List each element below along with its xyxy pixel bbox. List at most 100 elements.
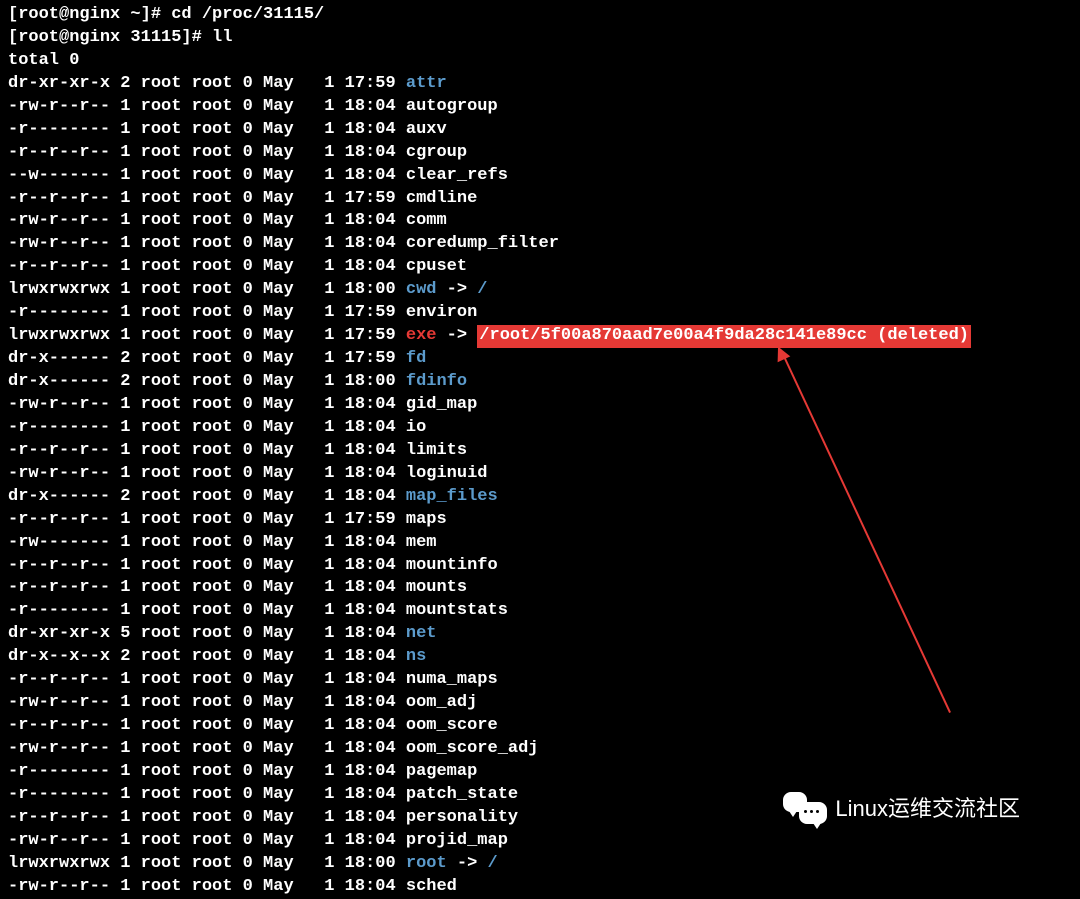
prompt-line-1: [root@nginx ~]# cd /proc/31115/ [8,4,1072,27]
file-entry: -rw-r--r-- 1 root root 0 May 1 18:04 oom… [8,692,1072,715]
file-entry: -r--r--r-- 1 root root 0 May 1 18:04 num… [8,669,1072,692]
file-entry: -rw-r--r-- 1 root root 0 May 1 18:04 cor… [8,233,1072,256]
file-name: mem [406,532,437,555]
file-meta: -rw-r--r-- 1 root root 0 May 1 18:04 [8,738,406,761]
file-meta: -rw------- 1 root root 0 May 1 18:04 [8,532,406,555]
file-entry: -r--r--r-- 1 root root 0 May 1 18:04 mou… [8,555,1072,578]
file-entry: -rw-r--r-- 1 root root 0 May 1 18:04 gid… [8,394,1072,417]
file-name: map_files [406,486,498,509]
file-name: oom_score [406,715,498,738]
file-name: cgroup [406,142,467,165]
file-name: environ [406,302,477,325]
file-name: mountstats [406,600,508,623]
file-name: fdinfo [406,371,467,394]
file-entry: -r--r--r-- 1 root root 0 May 1 17:59 map… [8,509,1072,532]
file-name: exe [406,325,437,348]
file-entry: -r-------- 1 root root 0 May 1 18:04 aux… [8,119,1072,142]
file-entry: dr-x------ 2 root root 0 May 1 17:59 fd [8,348,1072,371]
file-meta: -r--r--r-- 1 root root 0 May 1 18:04 [8,577,406,600]
file-meta: lrwxrwxrwx 1 root root 0 May 1 17:59 [8,325,406,348]
file-meta: dr-x------ 2 root root 0 May 1 18:00 [8,371,406,394]
file-entry: -rw-r--r-- 1 root root 0 May 1 18:04 oom… [8,738,1072,761]
prompt-line-2: [root@nginx 31115]# ll [8,27,1072,50]
file-listing: dr-xr-xr-x 2 root root 0 May 1 17:59 att… [8,73,1072,899]
file-meta: -r--r--r-- 1 root root 0 May 1 17:59 [8,188,406,211]
file-name: io [406,417,426,440]
file-entry: --w------- 1 root root 0 May 1 18:04 cle… [8,165,1072,188]
file-name: limits [406,440,467,463]
file-meta: dr-x------ 2 root root 0 May 1 17:59 [8,348,406,371]
file-entry: -r--r--r-- 1 root root 0 May 1 17:59 cmd… [8,188,1072,211]
symlink-target: / [477,279,487,302]
file-name: loginuid [406,463,488,486]
file-meta: -rw-r--r-- 1 root root 0 May 1 18:04 [8,876,406,899]
file-meta: -rw-r--r-- 1 root root 0 May 1 18:04 [8,210,406,233]
file-name: comm [406,210,447,233]
terminal-output[interactable]: [root@nginx ~]# cd /proc/31115/ [root@ng… [8,4,1072,899]
file-name: ns [406,646,426,669]
file-entry: dr-x--x--x 2 root root 0 May 1 18:04 ns [8,646,1072,669]
file-meta: -r-------- 1 root root 0 May 1 18:04 [8,784,406,807]
file-name: maps [406,509,447,532]
file-meta: -r--r--r-- 1 root root 0 May 1 18:04 [8,807,406,830]
file-name: gid_map [406,394,477,417]
file-name: cpuset [406,256,467,279]
file-name: oom_adj [406,692,477,715]
file-meta: dr-xr-xr-x 2 root root 0 May 1 17:59 [8,73,406,96]
file-entry: -r-------- 1 root root 0 May 1 17:59 env… [8,302,1072,325]
symlink-target: / [488,853,498,876]
symlink-arrow: -> [436,325,477,348]
file-entry: -rw-r--r-- 1 root root 0 May 1 18:04 sch… [8,876,1072,899]
file-entry: -rw-r--r-- 1 root root 0 May 1 18:04 aut… [8,96,1072,119]
file-entry: lrwxrwxrwx 1 root root 0 May 1 17:59 exe… [8,325,1072,348]
file-meta: -r-------- 1 root root 0 May 1 18:04 [8,119,406,142]
file-name: fd [406,348,426,371]
file-name: attr [406,73,447,96]
watermark: Linux运维交流社区 [783,792,1020,826]
file-name: projid_map [406,830,508,853]
file-meta: -rw-r--r-- 1 root root 0 May 1 18:04 [8,233,406,256]
file-entry: -r-------- 1 root root 0 May 1 18:04 io [8,417,1072,440]
file-name: sched [406,876,457,899]
file-entry: dr-x------ 2 root root 0 May 1 18:04 map… [8,486,1072,509]
file-meta: -r--r--r-- 1 root root 0 May 1 18:04 [8,440,406,463]
file-name: mounts [406,577,467,600]
file-entry: lrwxrwxrwx 1 root root 0 May 1 18:00 roo… [8,853,1072,876]
symlink-arrow: -> [447,853,488,876]
file-entry: -rw-r--r-- 1 root root 0 May 1 18:04 log… [8,463,1072,486]
file-entry: -r--r--r-- 1 root root 0 May 1 18:04 oom… [8,715,1072,738]
file-meta: --w------- 1 root root 0 May 1 18:04 [8,165,406,188]
file-meta: -rw-r--r-- 1 root root 0 May 1 18:04 [8,96,406,119]
file-meta: -r-------- 1 root root 0 May 1 18:04 [8,761,406,784]
file-meta: -r--r--r-- 1 root root 0 May 1 18:04 [8,555,406,578]
file-name: root [406,853,447,876]
file-meta: -r--r--r-- 1 root root 0 May 1 18:04 [8,256,406,279]
file-meta: -r--r--r-- 1 root root 0 May 1 18:04 [8,142,406,165]
file-meta: -r-------- 1 root root 0 May 1 18:04 [8,600,406,623]
file-name: numa_maps [406,669,498,692]
file-entry: -r--r--r-- 1 root root 0 May 1 18:04 cgr… [8,142,1072,165]
file-name: pagemap [406,761,477,784]
wechat-icon [783,792,827,826]
watermark-text: Linux运维交流社区 [835,794,1020,824]
file-name: cwd [406,279,437,302]
file-name: auxv [406,119,447,142]
symlink-arrow: -> [436,279,477,302]
file-name: cmdline [406,188,477,211]
file-entry: -rw-r--r-- 1 root root 0 May 1 18:04 com… [8,210,1072,233]
file-meta: -r--r--r-- 1 root root 0 May 1 17:59 [8,509,406,532]
file-meta: -r--r--r-- 1 root root 0 May 1 18:04 [8,669,406,692]
file-meta: lrwxrwxrwx 1 root root 0 May 1 18:00 [8,279,406,302]
file-name: coredump_filter [406,233,559,256]
file-meta: dr-x------ 2 root root 0 May 1 18:04 [8,486,406,509]
file-entry: dr-xr-xr-x 2 root root 0 May 1 17:59 att… [8,73,1072,96]
file-entry: -r--r--r-- 1 root root 0 May 1 18:04 lim… [8,440,1072,463]
file-name: oom_score_adj [406,738,539,761]
file-entry: -r-------- 1 root root 0 May 1 18:04 mou… [8,600,1072,623]
file-meta: -rw-r--r-- 1 root root 0 May 1 18:04 [8,394,406,417]
file-meta: -rw-r--r-- 1 root root 0 May 1 18:04 [8,830,406,853]
file-entry: dr-x------ 2 root root 0 May 1 18:00 fdi… [8,371,1072,394]
file-meta: -rw-r--r-- 1 root root 0 May 1 18:04 [8,463,406,486]
file-entry: lrwxrwxrwx 1 root root 0 May 1 18:00 cwd… [8,279,1072,302]
file-entry: -rw------- 1 root root 0 May 1 18:04 mem [8,532,1072,555]
